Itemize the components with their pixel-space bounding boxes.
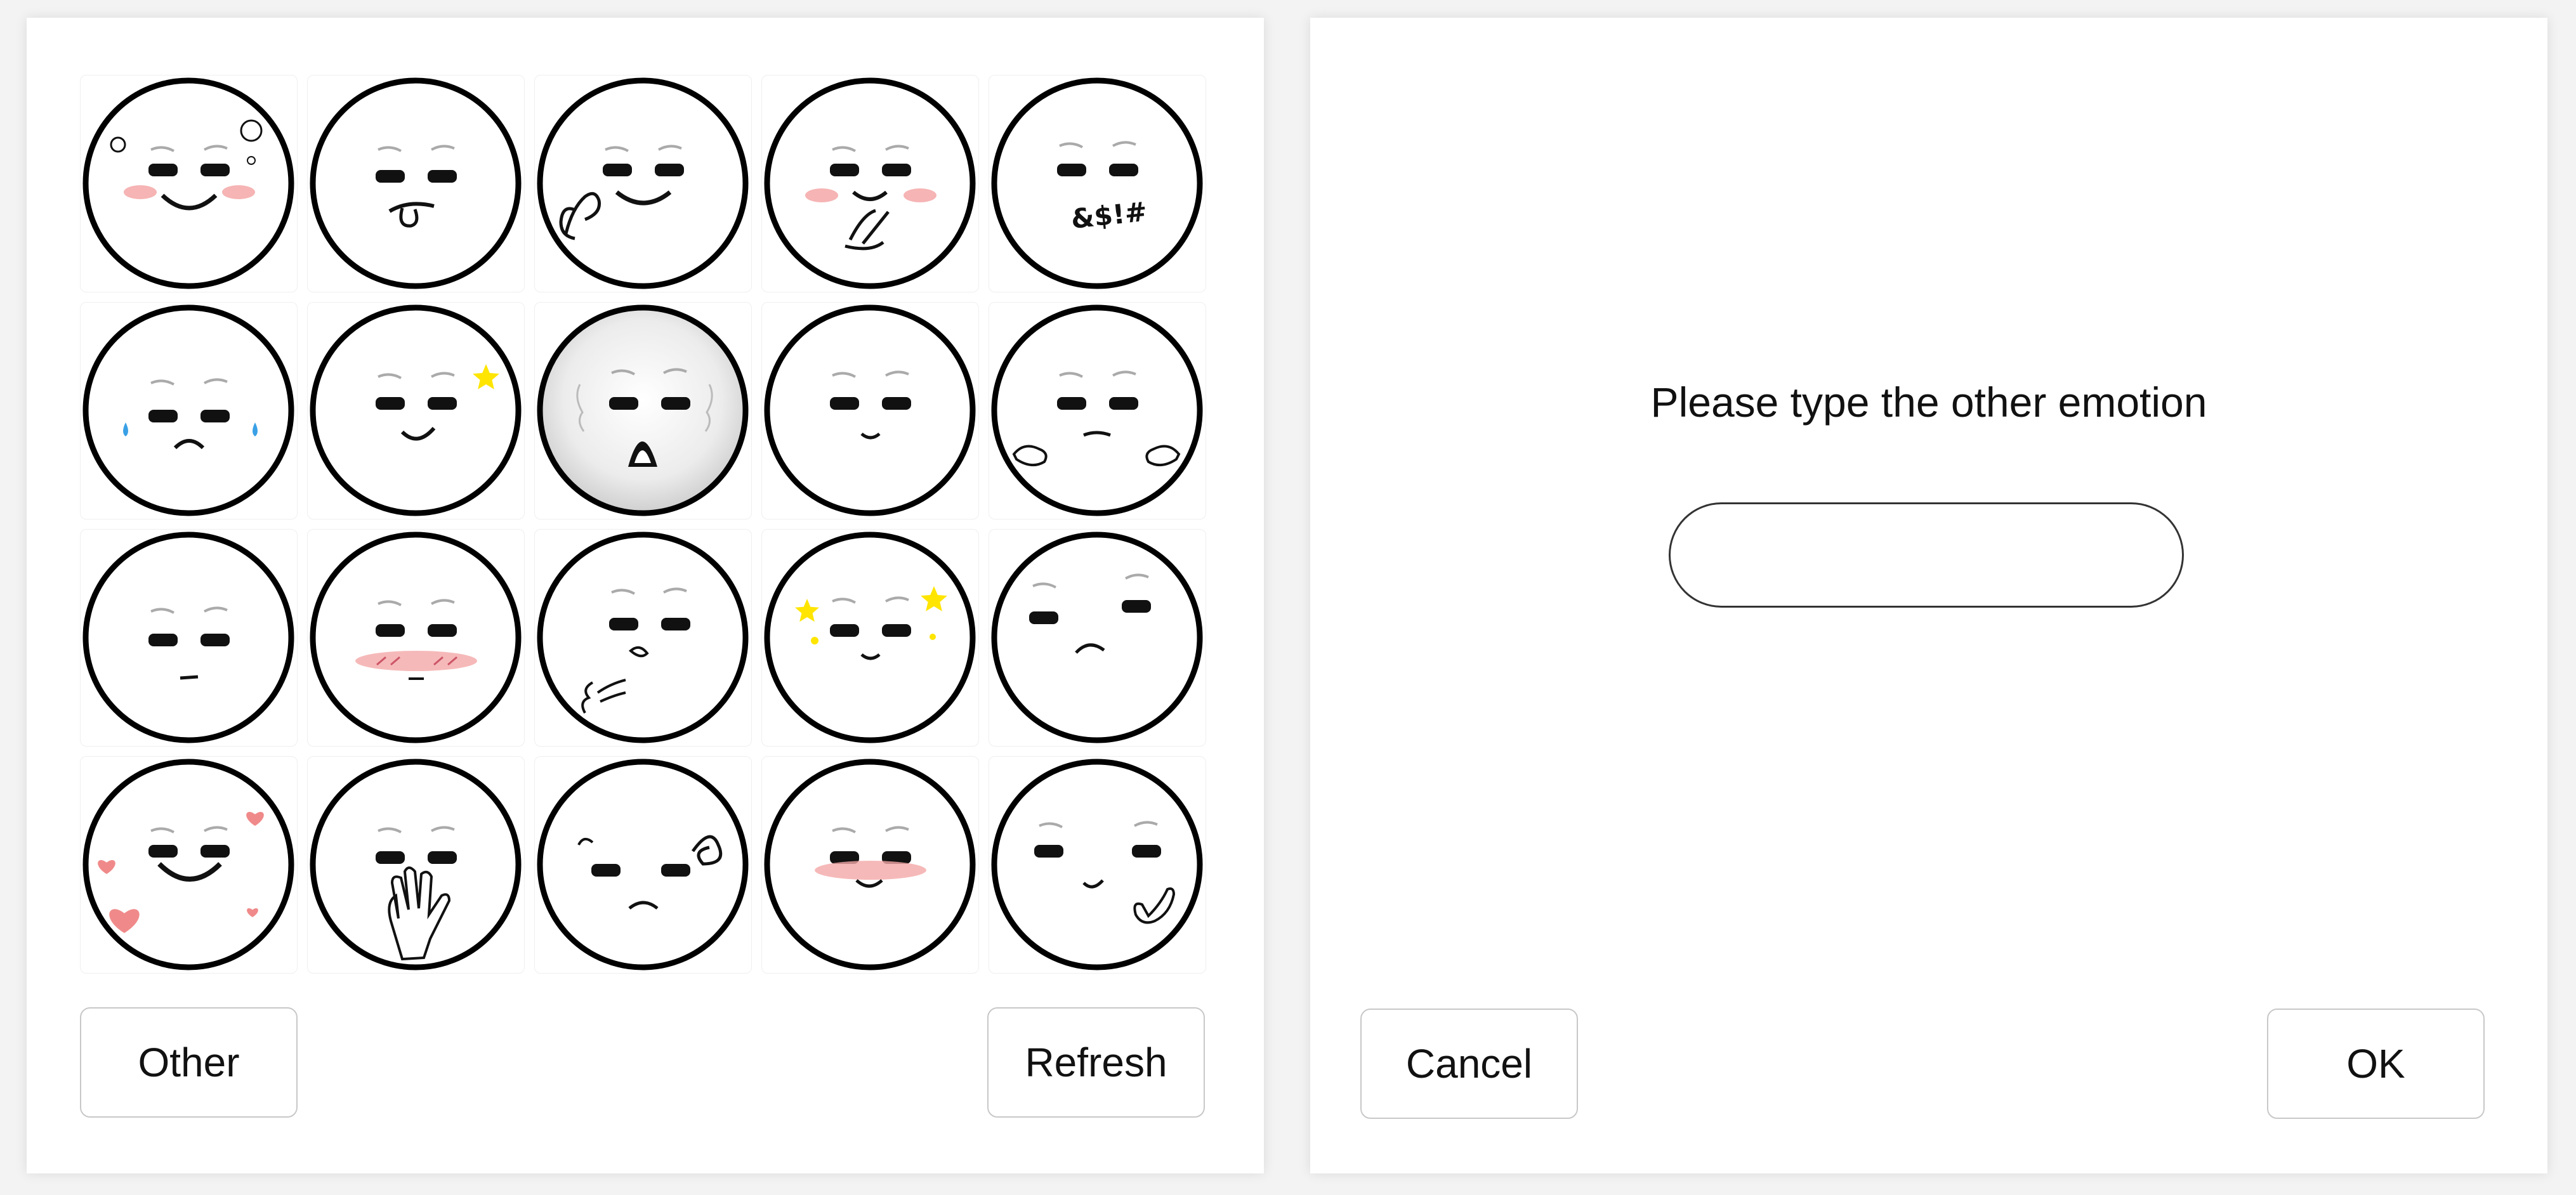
- other-button[interactable]: Other: [80, 1007, 298, 1118]
- neutral-icon: [82, 532, 294, 743]
- other-emotion-dialog: Please type the other emotion Cancel OK: [1310, 18, 2547, 1173]
- shocked-icon: [537, 304, 749, 516]
- emotion-option[interactable]: [80, 756, 298, 974]
- crying-icon: [82, 304, 294, 516]
- shrug-icon: [991, 304, 1203, 516]
- other-emotion-input[interactable]: [1669, 502, 2184, 608]
- emotion-option[interactable]: [307, 302, 525, 519]
- emotion-option[interactable]: [80, 302, 298, 519]
- emotion-option[interactable]: [761, 756, 979, 974]
- emotion-option[interactable]: [307, 529, 525, 747]
- frustrated-icon: [537, 759, 749, 970]
- sigh-icon: [537, 532, 749, 743]
- ok-button[interactable]: OK: [2267, 1009, 2485, 1119]
- emotion-option[interactable]: &$!#: [989, 75, 1206, 292]
- starstruck-icon: [764, 532, 976, 743]
- cursing-symbols-icon: &$!#: [991, 77, 1203, 289]
- blushing-peace-icon: [764, 77, 976, 289]
- emotion-option[interactable]: [761, 75, 979, 292]
- emotion-option[interactable]: [307, 756, 525, 974]
- emotion-picker-panel: &$!# Other Refresh: [27, 18, 1264, 1173]
- emotion-option[interactable]: [534, 302, 752, 519]
- cool-shaka-icon: [991, 759, 1203, 970]
- emotion-option[interactable]: [307, 75, 525, 292]
- emotion-option[interactable]: [989, 529, 1206, 747]
- emotion-option[interactable]: [534, 756, 752, 974]
- emotion-option[interactable]: [80, 75, 298, 292]
- happy-flowers-icon: [82, 77, 294, 289]
- emotion-option[interactable]: [761, 529, 979, 747]
- wink-star-icon: [310, 304, 522, 516]
- embarrassed-blush-icon: [310, 532, 522, 743]
- in-love-hearts-icon: [82, 759, 294, 970]
- emotion-option[interactable]: [80, 529, 298, 747]
- hand-over-mouth-icon: [310, 759, 522, 970]
- emotion-option[interactable]: [989, 756, 1206, 974]
- dialog-prompt: Please type the other emotion: [1650, 379, 2207, 426]
- confused-icon: [991, 532, 1203, 743]
- emotion-grid: &$!#: [80, 75, 1206, 974]
- cancel-button[interactable]: Cancel: [1360, 1009, 1578, 1119]
- ok-hand-smile-icon: [537, 77, 749, 289]
- tongue-out-icon: [310, 77, 522, 289]
- emotion-option[interactable]: [989, 302, 1206, 519]
- slight-smile-icon: [764, 304, 976, 516]
- emotion-option[interactable]: [761, 302, 979, 519]
- shy-blush-icon: [764, 759, 976, 970]
- emotion-option[interactable]: [534, 75, 752, 292]
- emotion-option[interactable]: [534, 529, 752, 747]
- refresh-button[interactable]: Refresh: [987, 1007, 1205, 1118]
